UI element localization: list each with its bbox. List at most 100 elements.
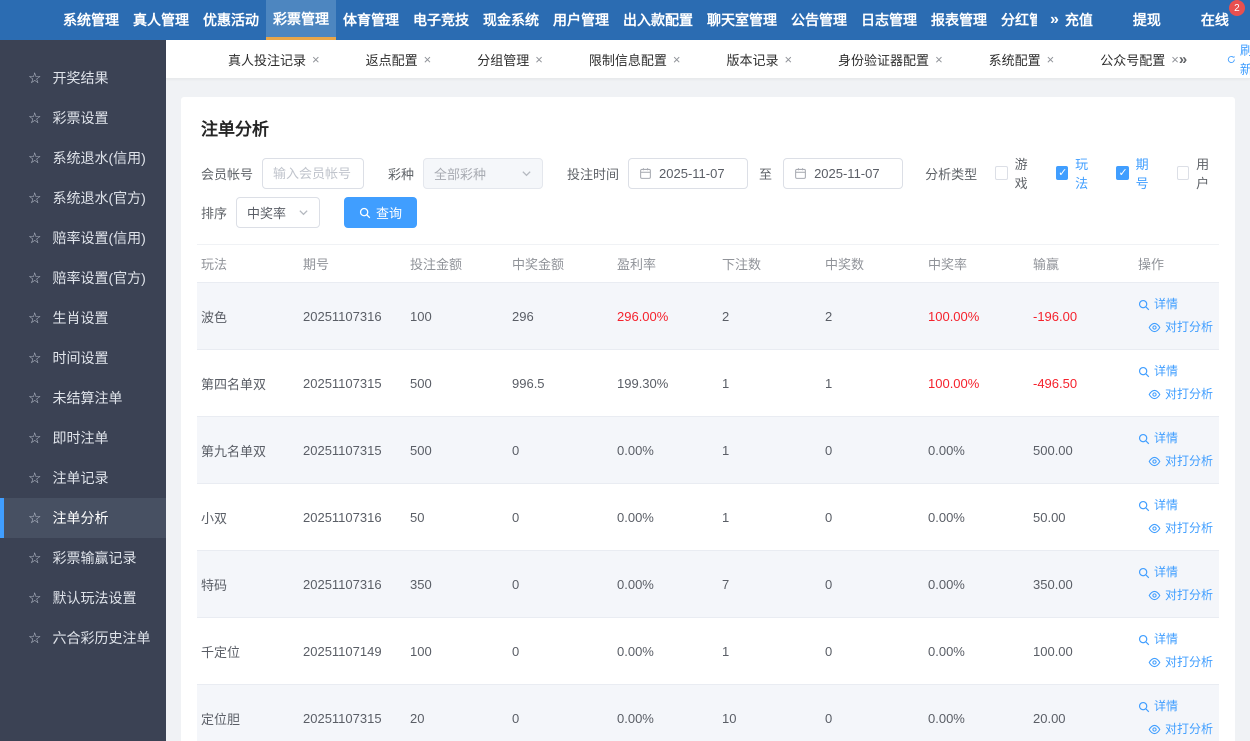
detail-link[interactable]: 详情 <box>1138 360 1219 383</box>
date-from-input[interactable]: 2025-11-07 <box>628 157 749 189</box>
sidebar-item[interactable]: ☆ 未结算注单 <box>0 378 166 418</box>
nav-item[interactable]: 系统管理 <box>56 0 126 40</box>
analyze-link[interactable]: 对打分析 <box>1148 316 1219 339</box>
cell-net: 100.00 <box>1029 617 1134 685</box>
nav-item[interactable]: 电子竞技 <box>406 0 476 40</box>
sort-select[interactable]: 中奖率 <box>236 197 321 228</box>
detail-link[interactable]: 详情 <box>1138 293 1219 316</box>
nav-item[interactable]: 用户管理 <box>546 0 616 40</box>
sidebar-item[interactable]: ☆ 开奖结果 <box>0 58 166 98</box>
cell-net: -496.50 <box>1029 349 1134 417</box>
detail-link[interactable]: 详情 <box>1138 561 1219 584</box>
nav-item[interactable]: 现金系统 <box>476 0 546 40</box>
tabs-overflow-chevron-icon[interactable]: » <box>1179 51 1187 68</box>
search-button[interactable]: 查询 <box>344 197 418 228</box>
open-tabs: 真人投注记录 × 返点配置 × 分组管理 × 限制信息配置 × 版本记录 × 身… <box>228 50 1179 69</box>
sidebar-item[interactable]: ☆ 赔率设置(信用) <box>0 218 166 258</box>
nav-item[interactable]: 分红管理 <box>994 0 1044 40</box>
date-from-value: 2025-11-07 <box>659 165 725 181</box>
detail-link-label: 详情 <box>1154 431 1179 445</box>
sidebar-item-label: 默认玩法设置 <box>52 590 137 606</box>
cell-bet-count: 1 <box>718 483 821 551</box>
nav-right-item[interactable]: 在线 2 <box>1201 0 1245 30</box>
close-icon[interactable]: × <box>1047 52 1055 67</box>
close-icon[interactable]: × <box>312 52 320 67</box>
nav-right-item[interactable]: 充值 <box>1065 10 1093 30</box>
sidebar-item[interactable]: ☆ 彩票设置 <box>0 98 166 138</box>
tab-tools: » 刷新 清理 <box>1179 40 1250 78</box>
sidebar-item[interactable]: ☆ 生肖设置 <box>0 298 166 338</box>
sidebar-item[interactable]: ☆ 系统退水(官方) <box>0 178 166 218</box>
sidebar-item[interactable]: ☆ 彩票输赢记录 <box>0 538 166 578</box>
sidebar-item[interactable]: ☆ 注单分析 <box>0 498 166 538</box>
cell-bet-amount: 100 <box>406 282 508 350</box>
sidebar-item[interactable]: ☆ 赔率设置(官方) <box>0 258 166 298</box>
analysis-type-checkbox[interactable]: 游戏 <box>995 154 1037 192</box>
cell-win-amount: 0 <box>508 483 613 551</box>
analyze-link[interactable]: 对打分析 <box>1148 517 1219 540</box>
cell-win-count: 0 <box>821 550 924 618</box>
star-icon: ☆ <box>28 630 42 647</box>
refresh-button[interactable]: 刷新 <box>1227 40 1250 78</box>
member-account-input[interactable] <box>262 157 365 189</box>
tab-label: 公众号配置 <box>1100 52 1166 68</box>
nav-item-label: 公告管理 <box>791 12 847 28</box>
close-icon[interactable]: × <box>673 52 681 67</box>
tab-label: 返点配置 <box>365 52 418 68</box>
star-icon: ☆ <box>28 350 42 367</box>
nav-item[interactable]: 报表管理 <box>924 0 994 40</box>
nav-item[interactable]: 日志管理 <box>854 0 924 40</box>
tab[interactable]: 限制信息配置 × <box>589 50 681 69</box>
close-icon[interactable]: × <box>535 52 543 67</box>
tab[interactable]: 公众号配置 × <box>1100 50 1179 69</box>
close-icon[interactable]: × <box>935 52 943 67</box>
nav-item[interactable]: 体育管理 <box>336 0 406 40</box>
sidebar-item[interactable]: ☆ 即时注单 <box>0 418 166 458</box>
cell-bet-count: 10 <box>718 684 821 741</box>
nav-item[interactable]: 真人管理 <box>126 0 196 40</box>
lottery-type-select[interactable]: 全部彩种 <box>423 157 544 189</box>
nav-item[interactable]: 出入款配置 <box>616 0 700 40</box>
sidebar-item[interactable]: ☆ 六合彩历史注单 <box>0 618 166 658</box>
tab[interactable]: 身份验证器配置 × <box>838 50 943 69</box>
analyze-link[interactable]: 对打分析 <box>1148 651 1219 674</box>
cell-win-amount: 0 <box>508 550 613 618</box>
cell-win-count: 0 <box>821 483 924 551</box>
sidebar-item-label: 生肖设置 <box>52 310 109 326</box>
detail-link[interactable]: 详情 <box>1138 494 1219 517</box>
sidebar-item[interactable]: ☆ 默认玩法设置 <box>0 578 166 618</box>
analyze-link[interactable]: 对打分析 <box>1148 383 1219 406</box>
tab[interactable]: 版本记录 × <box>726 50 792 69</box>
nav-overflow-chevron-icon[interactable]: » <box>1044 11 1065 29</box>
detail-link[interactable]: 详情 <box>1138 628 1219 651</box>
cell-win-count: 2 <box>821 282 924 350</box>
analysis-type-checkbox[interactable]: 用户 <box>1176 154 1219 192</box>
eye-icon <box>1148 389 1161 400</box>
analyze-link[interactable]: 对打分析 <box>1148 718 1219 741</box>
tab[interactable]: 分组管理 × <box>477 50 543 69</box>
close-icon[interactable]: × <box>1171 52 1179 67</box>
sidebar-item-label: 未结算注单 <box>52 390 123 406</box>
close-icon[interactable]: × <box>784 52 792 67</box>
date-to-input[interactable]: 2025-11-07 <box>783 157 904 189</box>
analyze-link[interactable]: 对打分析 <box>1148 584 1219 607</box>
nav-item[interactable]: 公告管理 <box>784 0 854 40</box>
tab[interactable]: 系统配置 × <box>989 50 1055 69</box>
analysis-type-checkbox[interactable]: 期号 <box>1116 154 1158 192</box>
tab[interactable]: 返点配置 × <box>366 50 432 69</box>
analyze-link-label: 对打分析 <box>1165 320 1214 334</box>
sidebar-item[interactable]: ☆ 系统退水(信用) <box>0 138 166 178</box>
close-icon[interactable]: × <box>424 52 432 67</box>
nav-item[interactable]: 彩票管理 <box>266 0 336 40</box>
nav-item[interactable]: 聊天室管理 <box>700 0 784 40</box>
sidebar-item[interactable]: ☆ 注单记录 <box>0 458 166 498</box>
sidebar-item[interactable]: ☆ 时间设置 <box>0 338 166 378</box>
nav-item[interactable]: 优惠活动 <box>196 0 266 40</box>
tab[interactable]: 真人投注记录 × <box>228 50 320 69</box>
detail-link[interactable]: 详情 <box>1138 427 1219 450</box>
detail-link[interactable]: 详情 <box>1138 695 1219 718</box>
nav-right-item[interactable]: 提现 <box>1133 10 1161 30</box>
sidebar: ☆ 开奖结果 ☆ 彩票设置 ☆ 系统退水(信用) ☆ 系统退水(官方) ☆ 赔率… <box>0 40 166 741</box>
analyze-link[interactable]: 对打分析 <box>1148 450 1219 473</box>
analysis-type-checkbox[interactable]: 玩法 <box>1055 154 1098 192</box>
